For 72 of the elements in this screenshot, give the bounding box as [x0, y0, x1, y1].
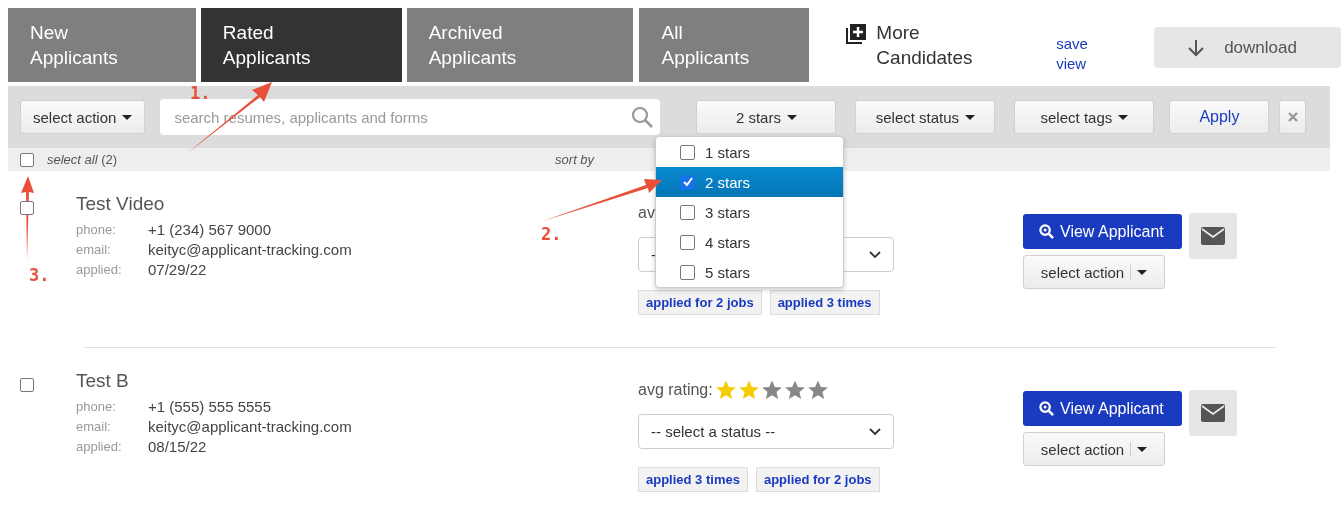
- rating-option[interactable]: 1 stars: [656, 137, 843, 167]
- star-icon: [806, 379, 829, 401]
- status-filter-dropdown[interactable]: select status: [855, 100, 996, 134]
- option-checkbox[interactable]: [680, 174, 695, 190]
- view-applicant-button[interactable]: View Applicant: [1023, 214, 1182, 249]
- select-all-label: select all (2): [47, 152, 118, 167]
- more-candidates-button[interactable]: More Candidates: [844, 8, 985, 70]
- chevron-down-icon: [869, 427, 881, 436]
- select-action-button[interactable]: select action: [1023, 255, 1165, 289]
- field-value: +1 (555) 555 5555: [148, 397, 272, 416]
- tag: applied 3 times: [769, 290, 880, 315]
- envelope-icon: [1201, 227, 1225, 245]
- tab[interactable]: All Applicants: [639, 8, 810, 82]
- field-label: email:: [76, 418, 112, 436]
- sort-label: sort by: [555, 152, 595, 167]
- tag: applied 3 times: [638, 467, 748, 492]
- rating-option[interactable]: 5 stars: [656, 257, 843, 287]
- option-checkbox[interactable]: [680, 204, 695, 220]
- applicant-name: Test Video: [76, 193, 166, 215]
- field-value: keityc@applicant-tracking.com: [148, 417, 352, 436]
- email-button[interactable]: [1189, 390, 1237, 436]
- tag: applied for 2 jobs: [638, 290, 762, 315]
- apply-button[interactable]: Apply: [1169, 100, 1270, 134]
- field-label: phone:: [76, 398, 117, 416]
- annotation-number: 3.: [29, 265, 50, 285]
- tag: applied for 2 jobs: [755, 467, 880, 492]
- option-checkbox[interactable]: [680, 234, 695, 250]
- star-icon: [714, 379, 737, 401]
- field-label: applied:: [76, 438, 123, 456]
- field-value: 07/29/22: [148, 260, 207, 279]
- field-label: applied:: [76, 261, 123, 279]
- option-checkbox[interactable]: [680, 264, 695, 280]
- tab[interactable]: New Applicants: [8, 8, 196, 82]
- close-icon: [1287, 112, 1298, 122]
- tab[interactable]: Archived Applicants: [406, 8, 634, 82]
- rating-filter-dropdown[interactable]: 2 stars: [696, 100, 837, 134]
- rating-option[interactable]: 4 stars: [656, 227, 843, 257]
- select-action-button[interactable]: select action: [1023, 432, 1165, 466]
- field-value: 08/15/22: [148, 437, 207, 456]
- field-value: +1 (234) 567 9000: [148, 220, 272, 239]
- rating-label: av: [638, 204, 655, 222]
- download-icon: [1186, 37, 1207, 58]
- star-icon: [737, 379, 760, 401]
- row-checkbox[interactable]: [20, 201, 34, 215]
- rating-option[interactable]: 2 stars: [656, 167, 843, 197]
- tags-filter-dropdown[interactable]: select tags: [1014, 100, 1155, 134]
- clear-button[interactable]: [1279, 100, 1307, 134]
- email-button[interactable]: [1189, 213, 1237, 259]
- view-applicant-button[interactable]: View Applicant: [1023, 391, 1182, 426]
- select-all-checkbox[interactable]: [20, 152, 34, 167]
- tab[interactable]: Rated Applicants: [200, 8, 402, 82]
- chevron-down-icon: [869, 250, 881, 259]
- option-checkbox[interactable]: [680, 144, 695, 160]
- search-icon: [630, 105, 655, 129]
- search-icon: [1039, 401, 1054, 416]
- envelope-icon: [1201, 404, 1225, 422]
- row-checkbox[interactable]: [20, 378, 34, 392]
- rating-label: avg rating:: [638, 381, 713, 399]
- status-select[interactable]: -- select a status --: [638, 414, 894, 449]
- add-stack-icon: [844, 22, 869, 46]
- field-label: email:: [76, 241, 112, 259]
- annotation-number: 2.: [541, 224, 562, 244]
- star-icon: [760, 379, 783, 401]
- field-label: phone:: [76, 221, 117, 239]
- select-action-button[interactable]: select action: [20, 100, 146, 134]
- rating-option[interactable]: 3 stars: [656, 197, 843, 227]
- download-button[interactable]: download: [1154, 27, 1341, 68]
- field-value: keityc@applicant-tracking.com: [148, 240, 352, 259]
- applicant-name: Test B: [76, 370, 130, 392]
- star-icon: [783, 379, 806, 401]
- search-icon: [1039, 224, 1054, 239]
- save-view-link[interactable]: save view: [1056, 34, 1097, 74]
